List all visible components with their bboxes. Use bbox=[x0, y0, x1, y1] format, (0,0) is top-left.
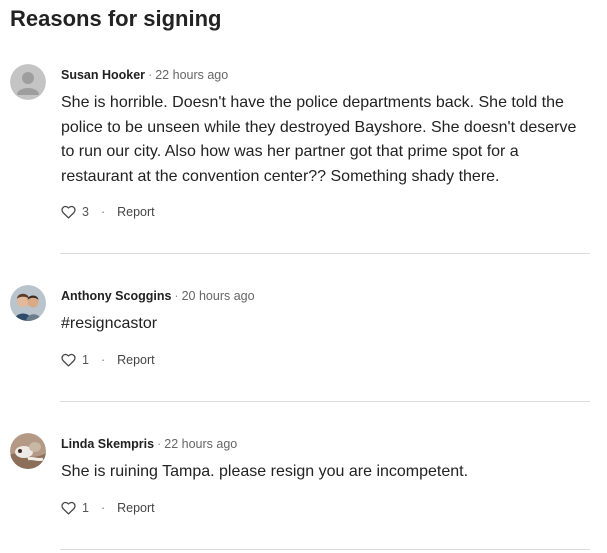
author-name[interactable]: Susan Hooker bbox=[61, 68, 145, 82]
like-count: 3 bbox=[82, 205, 89, 219]
like-count: 1 bbox=[82, 501, 89, 515]
comment-item: Linda Skempris · 22 hours ago She is ruini… bbox=[10, 433, 590, 533]
avatar[interactable] bbox=[10, 433, 46, 469]
comment-text: She is ruining Tampa. please resign you … bbox=[61, 463, 469, 480]
action-separator: · bbox=[100, 205, 106, 219]
default-user-icon bbox=[10, 64, 46, 100]
divider bbox=[60, 253, 590, 254]
report-link[interactable]: Report bbox=[117, 501, 155, 515]
divider bbox=[60, 549, 590, 550]
comment-item: Susan Hooker · 22 hours ago She is horribl… bbox=[10, 64, 590, 239]
comment-meta: Susan Hooker · 22 hours ago bbox=[61, 67, 228, 83]
divider bbox=[60, 401, 590, 402]
user-photo bbox=[10, 285, 46, 321]
author-name[interactable]: Linda Skempris bbox=[61, 437, 154, 451]
comment-meta: Anthony Scoggins · 20 hours ago bbox=[61, 288, 255, 304]
comment-actions: 3 · Report bbox=[61, 205, 155, 219]
author-name[interactable]: Anthony Scoggins bbox=[61, 289, 171, 303]
heart-icon bbox=[61, 501, 76, 515]
report-link[interactable]: Report bbox=[117, 205, 155, 219]
action-separator: · bbox=[100, 501, 106, 515]
avatar[interactable] bbox=[10, 64, 46, 100]
comment-actions: 1 · Report bbox=[61, 501, 155, 515]
like-button[interactable]: 3 bbox=[61, 205, 89, 219]
user-photo bbox=[10, 433, 46, 469]
meta-separator: · bbox=[148, 68, 153, 82]
like-button[interactable]: 1 bbox=[61, 353, 89, 367]
page-title: Reasons for signing bbox=[10, 6, 222, 31]
comment-item: Anthony Scoggins · 20 hours ago #resigncas… bbox=[10, 285, 590, 385]
like-count: 1 bbox=[82, 353, 89, 367]
report-link[interactable]: Report bbox=[117, 353, 155, 367]
avatar[interactable] bbox=[10, 285, 46, 321]
heart-icon bbox=[61, 353, 76, 367]
heart-icon bbox=[61, 205, 76, 219]
action-separator: · bbox=[100, 353, 106, 367]
comment-meta: Linda Skempris · 22 hours ago bbox=[61, 436, 237, 452]
meta-separator: · bbox=[174, 289, 179, 303]
comment-actions: 1 · Report bbox=[61, 353, 155, 367]
meta-separator: · bbox=[157, 437, 162, 451]
comment-text: #resigncastor bbox=[61, 315, 158, 332]
like-button[interactable]: 1 bbox=[61, 501, 89, 515]
timestamp: 20 hours ago bbox=[181, 289, 255, 303]
timestamp: 22 hours ago bbox=[155, 68, 229, 82]
timestamp: 22 hours ago bbox=[164, 437, 238, 451]
comment-text: She is horrible. Doesn't have the police… bbox=[61, 94, 577, 185]
